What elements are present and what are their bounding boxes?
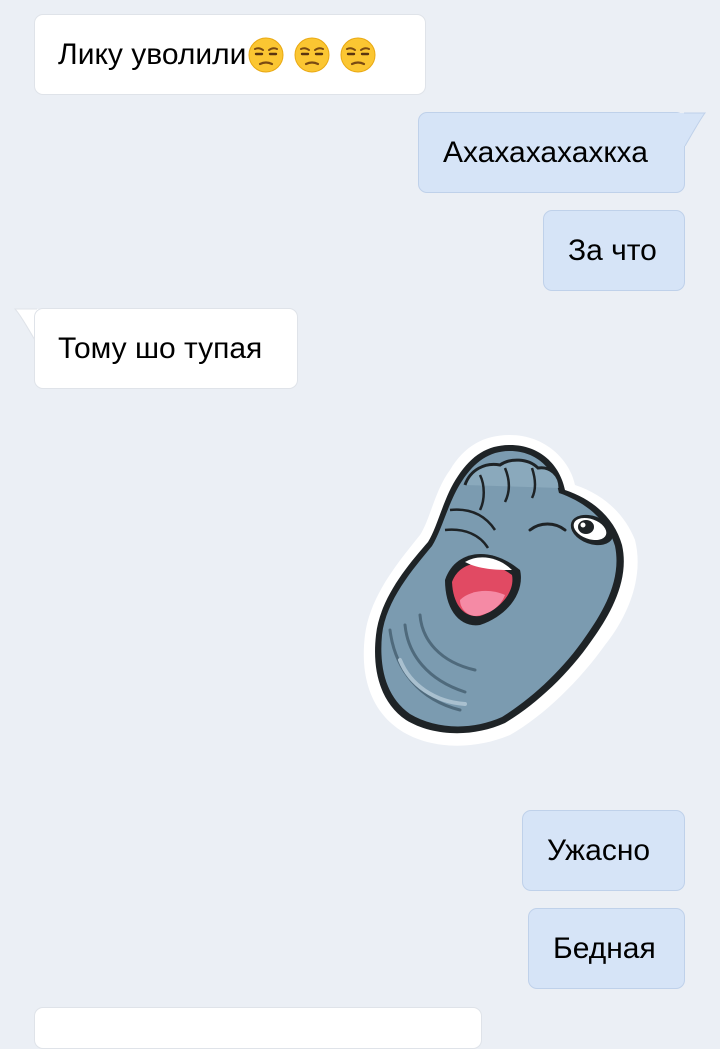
unamused-face-emoji: [294, 37, 330, 72]
unamused-face-emoji: [248, 37, 284, 72]
bubble-tail: [670, 112, 707, 147]
outgoing-message-bubble[interactable]: За что: [543, 210, 685, 291]
message-text: Ужасно: [547, 833, 651, 867]
incoming-message-bubble[interactable]: Лику уволили: [34, 14, 426, 95]
message-text: Тому шо тупая: [58, 331, 263, 365]
incoming-message-bubble[interactable]: Тому шо тупая: [34, 308, 298, 389]
message-text: Ахахахахахкха: [443, 135, 648, 169]
unamused-face-emoji: [340, 37, 376, 72]
incoming-message-bubble-partial[interactable]: [34, 1007, 482, 1049]
message-text: Бедная: [553, 931, 656, 965]
message-text: За что: [568, 233, 657, 267]
outgoing-message-bubble[interactable]: Ужасно: [522, 810, 685, 891]
outgoing-message-bubble[interactable]: Бедная: [528, 908, 685, 989]
message-text: Лику уволили: [58, 37, 247, 71]
outgoing-message-bubble[interactable]: Ахахахахахкха: [418, 112, 685, 193]
laughing-seal-sticker[interactable]: [360, 430, 640, 750]
chat-message-list[interactable]: Лику уволили Ахахахахахкха За что Тому ш…: [0, 0, 720, 1049]
